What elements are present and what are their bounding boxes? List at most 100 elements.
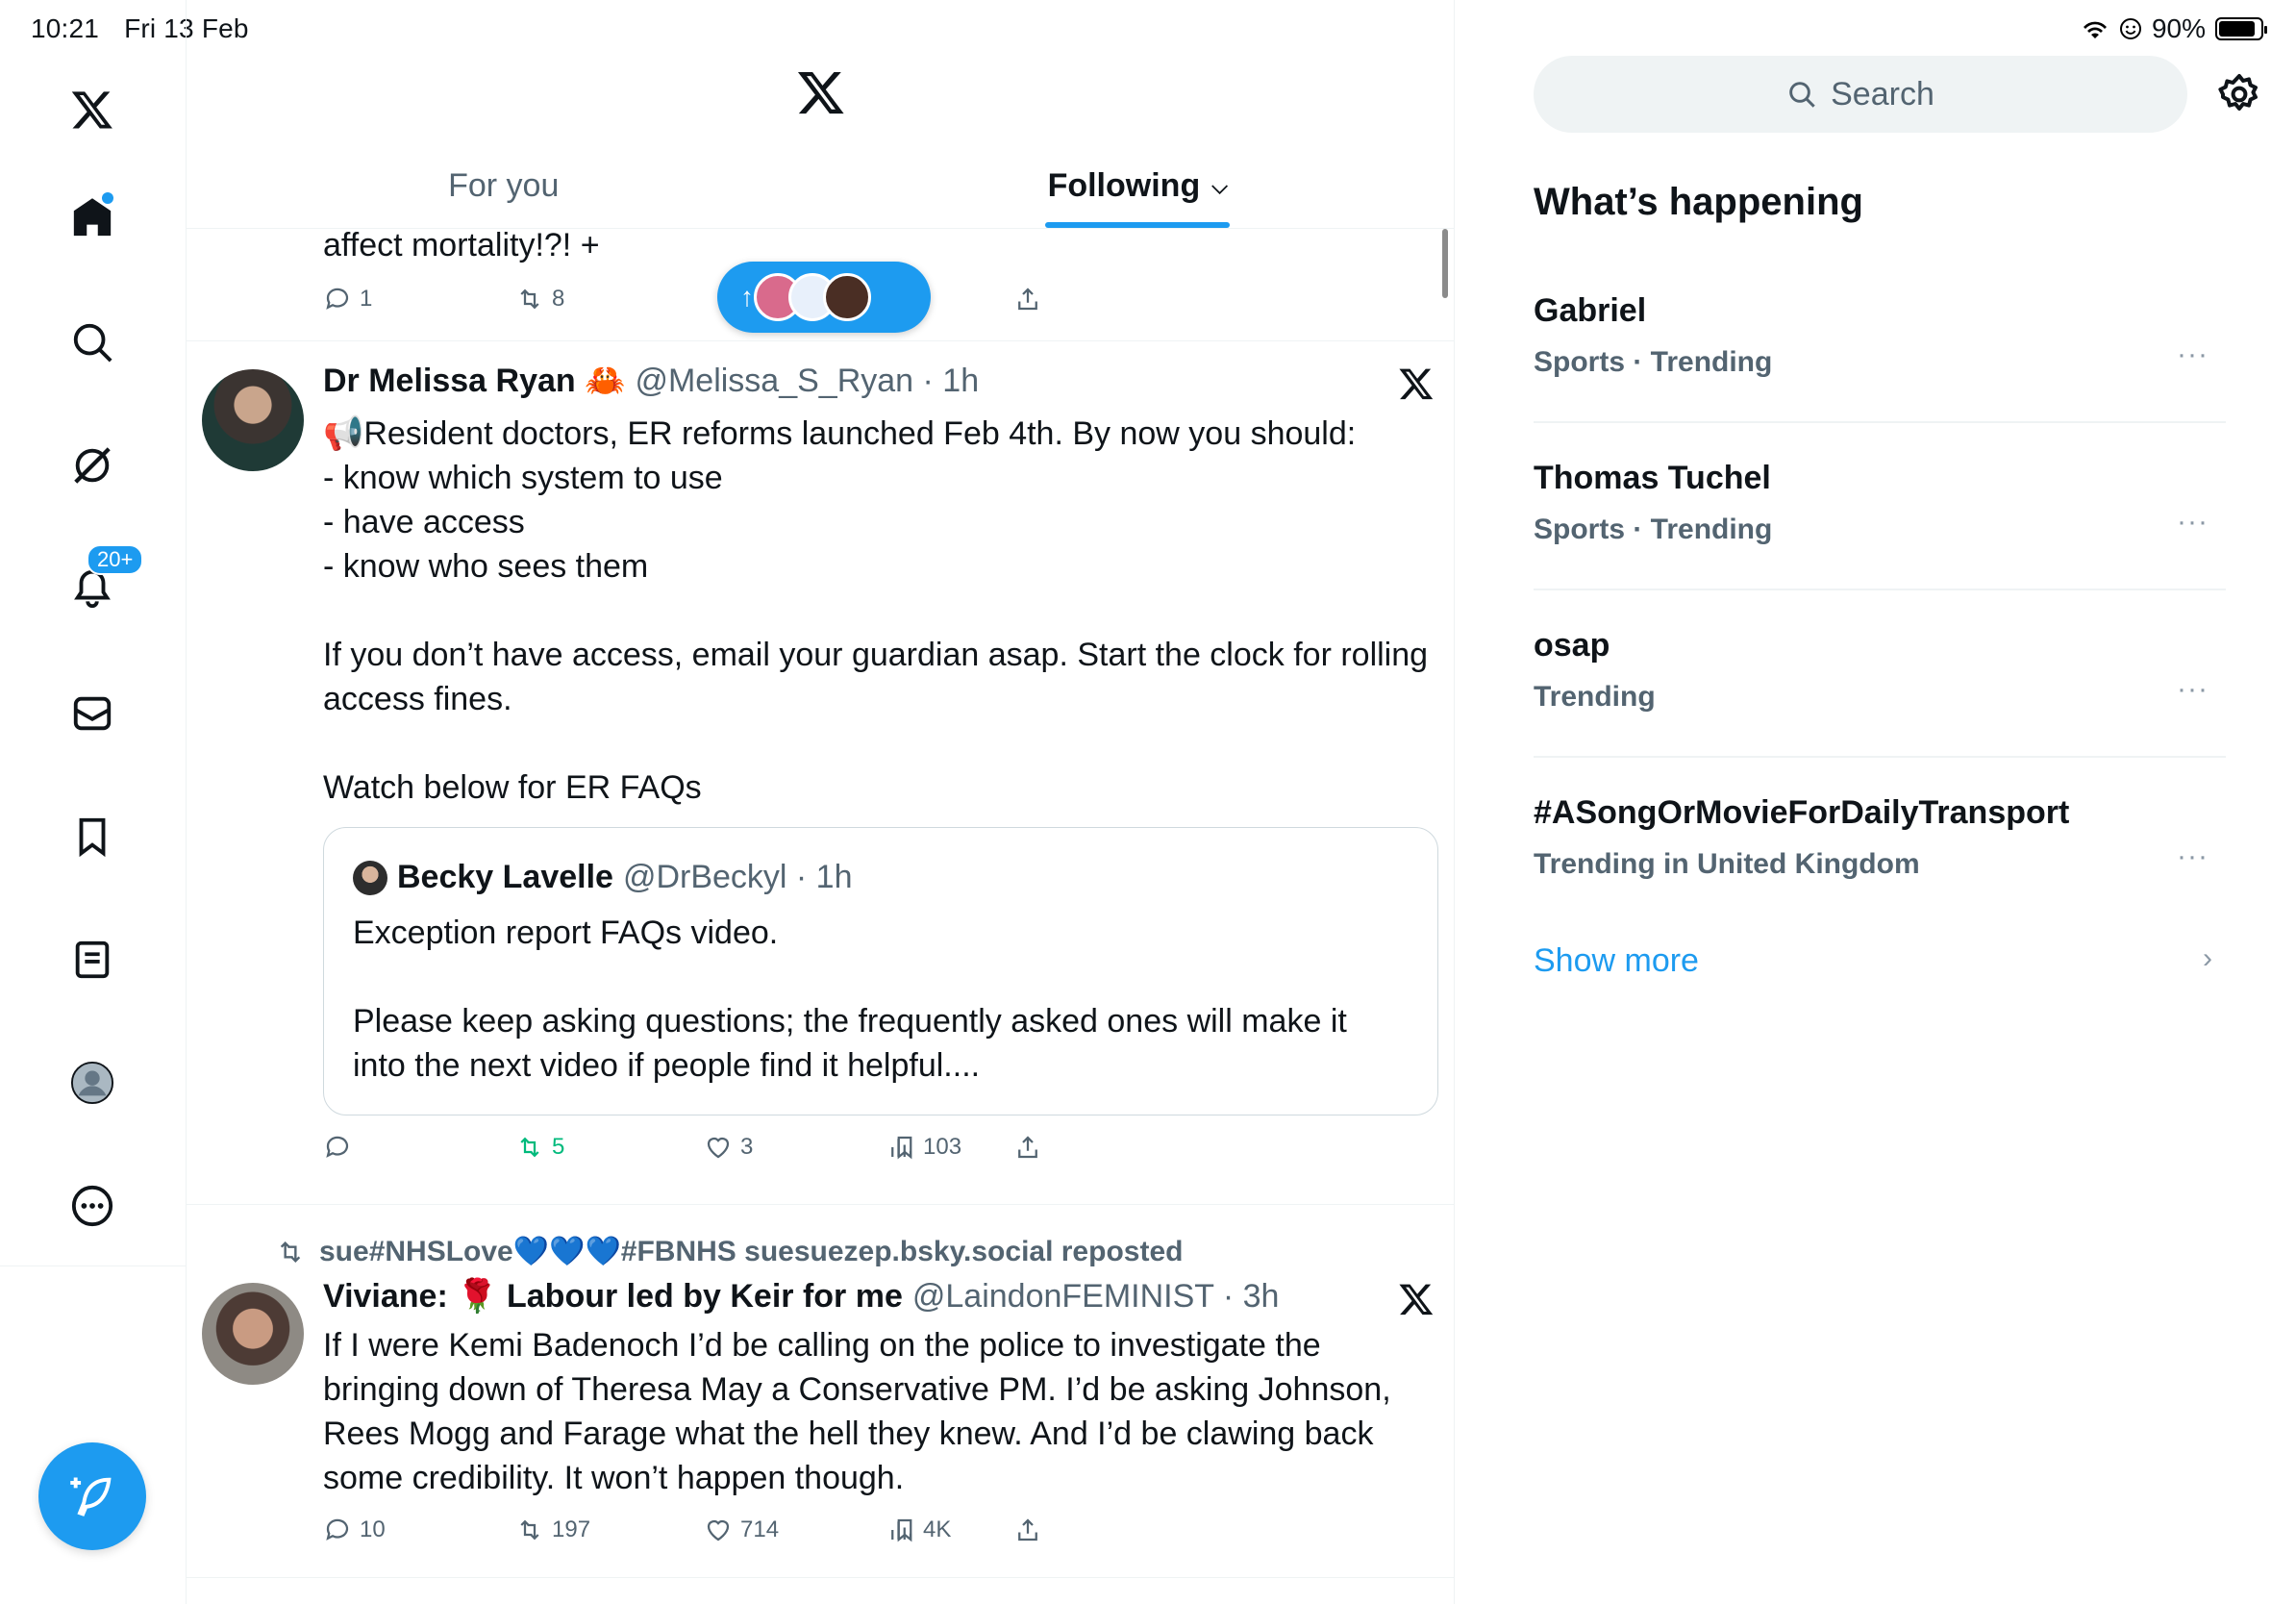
scrollbar[interactable] xyxy=(1442,229,1448,298)
lists-icon[interactable] xyxy=(63,931,121,989)
quoted-avatar xyxy=(353,860,387,895)
tab-for-you-label: For you xyxy=(448,167,560,204)
x-source-icon xyxy=(1399,1284,1434,1316)
tab-for-you[interactable]: For you xyxy=(187,144,821,228)
search-icon xyxy=(1789,82,1815,108)
more-icon[interactable]: ··· xyxy=(2177,338,2209,371)
reply-count: 10 xyxy=(360,1516,386,1542)
bookmark-icon xyxy=(897,1518,912,1542)
repost-icon xyxy=(280,1241,301,1263)
arrow-up-icon: ↑ xyxy=(740,282,754,312)
quoted-author-name: Becky Lavelle xyxy=(397,859,613,895)
share-button[interactable] xyxy=(1013,285,1042,313)
repost-button[interactable]: 5 xyxy=(515,1133,564,1162)
reply-icon xyxy=(326,1518,349,1541)
quoted-line xyxy=(353,955,1410,999)
more-icon[interactable]: ··· xyxy=(2177,506,2209,539)
trend-name: Gabriel xyxy=(1534,292,1647,329)
trend-item[interactable]: #ASongOrMovieForDailyTransport Trending … xyxy=(1534,781,2226,948)
tweet-divider xyxy=(187,340,1455,341)
reply-count: 1 xyxy=(360,286,373,312)
notifications-icon[interactable]: 20+ xyxy=(63,544,144,617)
search-input[interactable]: Search xyxy=(1534,56,2187,133)
heart-icon xyxy=(707,1519,730,1541)
x-logo-icon[interactable] xyxy=(63,81,121,138)
bookmark-icon xyxy=(897,1136,912,1160)
grok-icon[interactable] xyxy=(63,437,121,494)
repost-context[interactable]: sue#NHSLove💙💙💙#FBNHS suesuezep.bsky.soci… xyxy=(275,1235,1183,1268)
reply-icon xyxy=(326,1136,349,1158)
tweet-divider xyxy=(187,1204,1455,1205)
author-handle[interactable]: @Melissa_S_Ryan · 1h xyxy=(635,363,979,400)
more-icon[interactable]: ··· xyxy=(2177,840,2209,873)
tweet-line: If I were Kemi Badenoch I’d be calling o… xyxy=(323,1327,1321,1364)
search-placeholder: Search xyxy=(1831,75,1934,113)
tweet-header: Dr Melissa Ryan 🦀 @Melissa_S_Ryan · 1h xyxy=(323,362,979,400)
reposted-by-text: sue#NHSLove💙💙💙#FBNHS suesuezep.bsky.soci… xyxy=(319,1236,1184,1267)
reply-button[interactable]: 1 xyxy=(323,285,372,313)
reply-button[interactable] xyxy=(323,1133,360,1162)
avatar[interactable] xyxy=(202,1283,304,1385)
gear-icon[interactable] xyxy=(2216,71,2262,117)
author-handle[interactable]: @LaindonFEMINIST · 3h xyxy=(912,1278,1280,1316)
repost-count: 5 xyxy=(552,1134,565,1160)
trend-meta: Trending in United Kingdom xyxy=(1534,848,1920,880)
bookmark-button[interactable] xyxy=(890,1516,919,1544)
search-icon[interactable] xyxy=(63,313,121,371)
x-source-icon xyxy=(1399,368,1434,400)
trend-divider xyxy=(1534,589,2226,590)
share-button[interactable] xyxy=(1013,1516,1042,1544)
new-posts-pill[interactable]: ↑ xyxy=(717,262,931,333)
show-more-link[interactable]: Show more xyxy=(1534,942,1699,980)
chevron-down-icon[interactable]: ⌵ xyxy=(1211,174,1228,199)
quoted-line: Exception report FAQs video. xyxy=(353,915,779,951)
tab-following[interactable]: Following ⌵ xyxy=(821,144,1456,228)
more-options-icon[interactable] xyxy=(63,1177,121,1235)
trend-name: Thomas Tuchel xyxy=(1534,460,1771,496)
quoted-tweet-header: Becky Lavelle @DrBeckyl · 1h xyxy=(353,859,853,896)
messages-icon[interactable] xyxy=(63,685,121,742)
profile-avatar-icon[interactable] xyxy=(63,1054,121,1112)
tab-following-label: Following xyxy=(1047,167,1201,204)
avatar[interactable] xyxy=(202,369,304,471)
quoted-tweet[interactable]: Becky Lavelle @DrBeckyl · 1h Exception r… xyxy=(323,827,1438,1115)
tweet-line: 📢Resident doctors, ER reforms launched F… xyxy=(323,415,1357,452)
tweet-line: some credibility. It won’t happen though… xyxy=(323,1460,905,1496)
repost-icon xyxy=(520,288,539,310)
timeline-tabs: For you Following ⌵ xyxy=(187,144,1455,229)
author-name[interactable]: Viviane: 🌹 Labour led by Keir for me xyxy=(323,1277,903,1316)
author-name[interactable]: Dr Melissa Ryan 🦀 xyxy=(323,362,625,400)
repost-count: 197 xyxy=(552,1516,591,1542)
tweet-divider xyxy=(187,1577,1455,1578)
share-button[interactable] xyxy=(1013,1133,1042,1162)
x-header-logo-icon[interactable] xyxy=(796,67,846,117)
tweet-line: access fines. xyxy=(323,681,512,717)
reply-button[interactable]: 10 xyxy=(323,1516,386,1544)
tweet-header: Viviane: 🌹 Labour led by Keir for me @La… xyxy=(323,1277,1279,1316)
home-icon[interactable] xyxy=(63,188,121,246)
more-icon[interactable]: ··· xyxy=(2177,673,2209,706)
repost-button[interactable]: 8 xyxy=(515,285,564,313)
views-count: 103 xyxy=(923,1134,962,1160)
bookmarks-icon[interactable] xyxy=(63,808,121,865)
repost-button[interactable]: 197 xyxy=(515,1516,590,1544)
like-count: 3 xyxy=(740,1134,754,1160)
heart-icon xyxy=(707,1137,730,1159)
bookmark-button-icon-wrap[interactable] xyxy=(890,1133,919,1162)
compose-post-button[interactable] xyxy=(38,1442,146,1550)
trend-divider xyxy=(1534,421,2226,423)
like-button[interactable]: 714 xyxy=(704,1516,779,1544)
like-count: 714 xyxy=(740,1516,780,1542)
chevron-right-icon[interactable]: › xyxy=(2203,942,2212,975)
tweet-line: If you don’t have access, email your gua… xyxy=(323,637,1429,673)
whats-happening-title: What’s happening xyxy=(1534,181,1863,223)
timeline-column: For you Following ⌵ affect mortality!?! … xyxy=(187,0,1455,1604)
like-button[interactable]: 3 xyxy=(704,1133,753,1162)
tweet-body: 📢Resident doctors, ER reforms launched F… xyxy=(323,412,1429,810)
trend-divider xyxy=(1534,756,2226,758)
repost-icon xyxy=(520,1519,539,1541)
tweet-actions: 5 3 103 xyxy=(323,1133,1265,1171)
share-icon xyxy=(1018,1136,1037,1159)
tweet-line: - know which system to use xyxy=(323,460,723,496)
trend-meta: Trending xyxy=(1534,681,1656,713)
